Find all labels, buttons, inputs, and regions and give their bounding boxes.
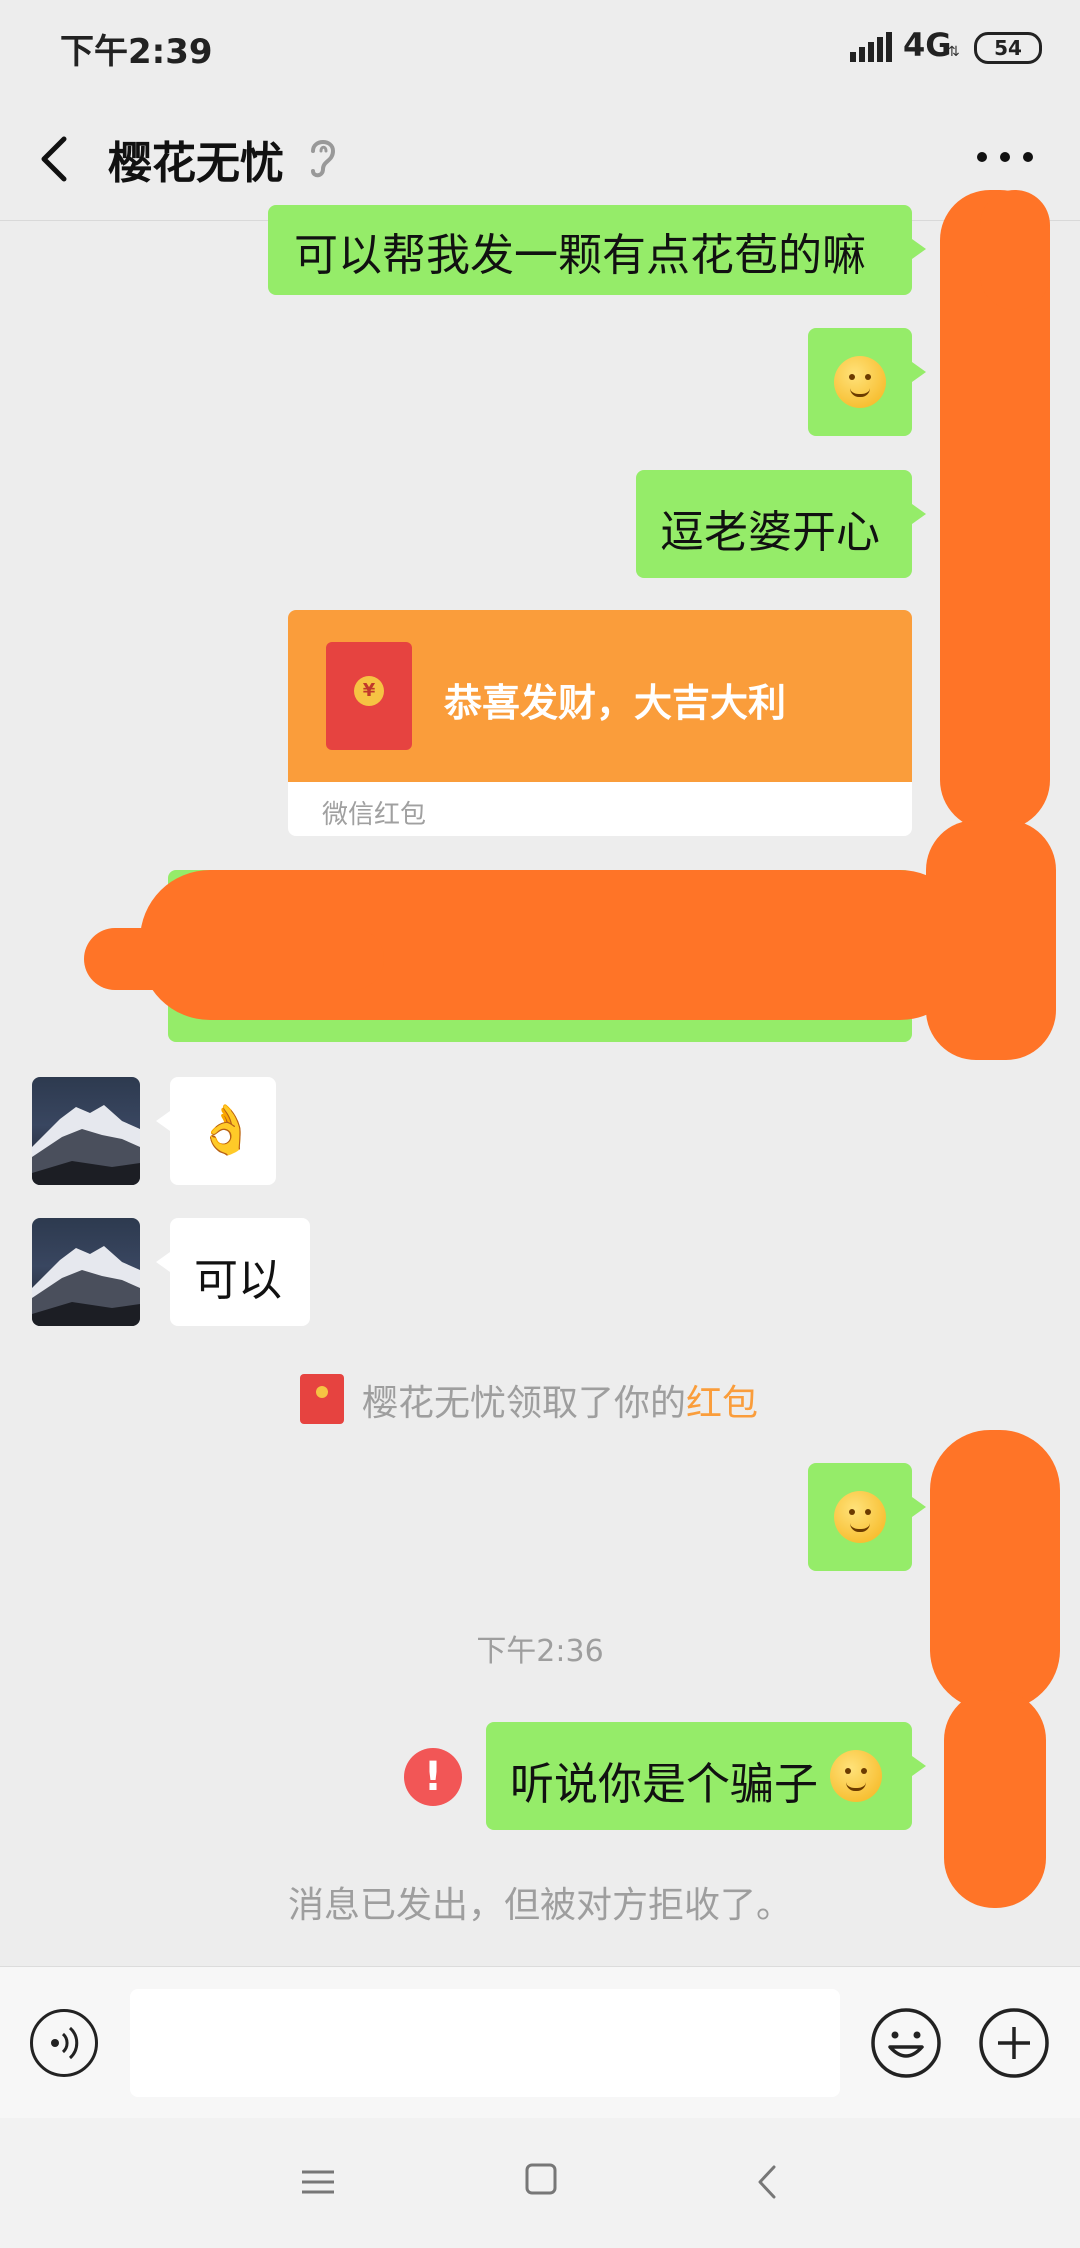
notice-text: 樱花无忧领取了你的 [362, 1383, 687, 1424]
voice-icon [51, 2026, 79, 2060]
message-timestamp: 下午2:36 [476, 1634, 604, 1669]
back-arrow-icon[interactable] [28, 129, 88, 189]
redaction-scribble [926, 820, 1056, 1060]
chat-header: 樱花无忧 [0, 95, 1080, 221]
more-options-icon[interactable] [970, 137, 1040, 177]
send-failed-icon[interactable]: ! [404, 1748, 462, 1806]
message-text: 可以帮我发一颗有点花苞的嘛 [294, 230, 866, 281]
red-packet-link[interactable]: 红包 [686, 1383, 758, 1424]
sent-message-bubble[interactable]: 逗老婆开心 [636, 470, 926, 578]
home-icon[interactable] [524, 2162, 558, 2196]
sent-message-bubble[interactable]: 可以帮我发一颗有点花苞的嘛 [268, 205, 926, 295]
message-text: 听说你是个骗子 [510, 1759, 818, 1810]
coin-icon: ¥ [354, 676, 384, 706]
red-packet-icon [300, 1374, 344, 1424]
red-packet-label: 微信红包 [322, 800, 427, 830]
emoji-picker-icon[interactable] [870, 2007, 942, 2079]
recent-apps-icon[interactable] [298, 2162, 338, 2202]
smirk-face-emoji [830, 1750, 882, 1802]
system-navigation-bar [0, 2118, 1080, 2248]
earpiece-mode-icon [311, 140, 336, 178]
status-time: 下午2:39 [60, 32, 213, 72]
status-bar: 下午2:39 4G ⇅ 54 [0, 0, 1080, 95]
redaction-scribble [980, 190, 1050, 310]
thinking-face-emoji [834, 1491, 886, 1543]
voice-input-button[interactable] [30, 2009, 98, 2077]
red-packet-title: 恭喜发财，大吉大利 [444, 681, 787, 725]
redaction-scribble [944, 1690, 1046, 1908]
sent-emoji-bubble[interactable] [808, 1463, 926, 1571]
notice-text-wrap: 樱花无忧领取了你的红包 [362, 1374, 758, 1426]
red-packet-card[interactable]: ¥ 恭喜发财，大吉大利 微信红包 [288, 610, 912, 836]
ok-hand-emoji: 👌 [196, 1102, 256, 1158]
red-packet-body: ¥ 恭喜发财，大吉大利 [288, 610, 912, 782]
message-text: 可以 [194, 1255, 282, 1306]
network-activity: ⇅ [948, 44, 960, 60]
red-envelope-icon: ¥ [326, 642, 412, 750]
more-functions-icon[interactable] [978, 2007, 1050, 2079]
signal-icon [850, 32, 892, 62]
chat-title[interactable]: 樱花无忧 [108, 127, 284, 191]
contact-avatar[interactable] [32, 1218, 140, 1326]
network-type: 4G [903, 26, 952, 64]
mountain-avatar-icon [32, 1105, 140, 1185]
message-text: 逗老婆开心 [660, 507, 880, 558]
system-back-icon[interactable] [752, 2162, 782, 2202]
received-message-bubble[interactable]: 可以 [156, 1218, 310, 1326]
received-emoji-bubble[interactable]: 👌 [156, 1077, 276, 1185]
thinking-face-emoji [834, 356, 886, 408]
mountain-avatar-icon [32, 1246, 140, 1326]
battery-indicator: 54 [974, 32, 1042, 64]
message-input[interactable] [130, 1989, 840, 2097]
sent-message-bubble[interactable]: 听说你是个骗子 [486, 1722, 926, 1830]
sent-emoji-bubble[interactable] [808, 328, 926, 436]
redaction-scribble [930, 1430, 1060, 1710]
redaction-scribble [84, 928, 384, 990]
input-bar [0, 1966, 1080, 2119]
message-rejected-note: 消息已发出，但被对方拒收了。 [287, 1885, 792, 1926]
contact-avatar[interactable] [32, 1077, 140, 1185]
